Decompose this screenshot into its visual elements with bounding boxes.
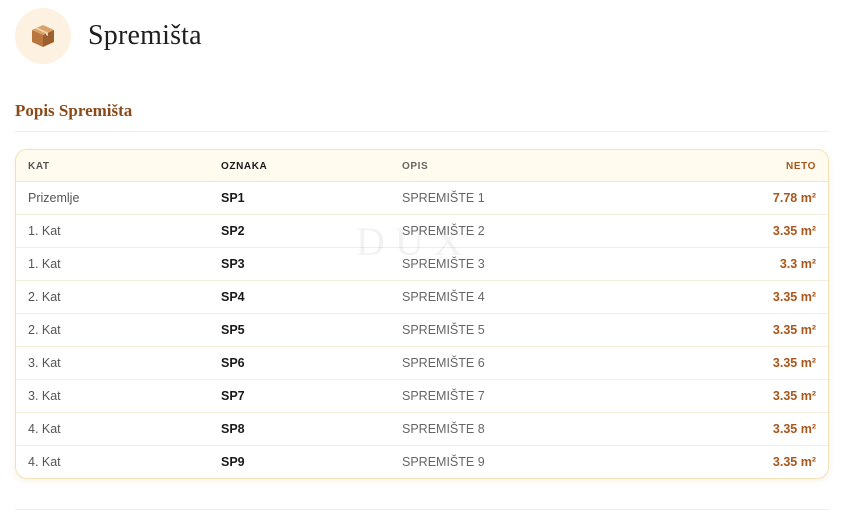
cell-opis: SPREMIŠTE 2 xyxy=(402,224,485,238)
cell-kat: 1. Kat xyxy=(28,224,61,238)
table-body: Prizemlje SP1 SPREMIŠTE 1 7.78 m² 1. Kat SP2 S… xyxy=(16,182,828,478)
cell-neto: 3.35 m² xyxy=(772,455,816,469)
cell-neto: 3.35 m² xyxy=(772,389,816,403)
section-divider xyxy=(15,131,829,132)
cell-opis: SPREMIŠTE 6 xyxy=(402,356,485,370)
storage-table: KAT OZNAKA OPIS NETO Prizemlje SP1 SPREMIŠ… xyxy=(15,149,829,479)
cell-oznaka: SP3 xyxy=(221,257,245,271)
cell-kat: Prizemlje xyxy=(28,191,80,205)
cell-kat: 3. Kat xyxy=(28,356,61,370)
cell-kat: 4. Kat xyxy=(28,422,61,436)
cell-opis: SPREMIŠTE 4 xyxy=(402,290,485,304)
cell-oznaka: SP4 xyxy=(221,290,245,304)
cell-kat: 1. Kat xyxy=(28,257,61,271)
cell-oznaka: SP6 xyxy=(221,356,245,370)
page-title: Spremišta xyxy=(88,20,202,51)
table-row: 3. Kat SP6 SPREMIŠTE 6 3.35 m² xyxy=(16,347,828,380)
cell-opis: SPREMIŠTE 7 xyxy=(402,389,485,403)
cell-oznaka: SP2 xyxy=(221,224,245,238)
cell-oznaka: SP7 xyxy=(221,389,245,403)
cell-kat: 4. Kat xyxy=(28,455,61,469)
cell-oznaka: SP1 xyxy=(221,191,245,205)
cell-opis: SPREMIŠTE 9 xyxy=(402,455,485,469)
table-row: 2. Kat SP4 SPREMIŠTE 4 3.35 m² xyxy=(16,281,828,314)
cell-oznaka: SP9 xyxy=(221,455,245,469)
cell-kat: 2. Kat xyxy=(28,290,61,304)
section-title: Popis Spremišta xyxy=(15,101,133,120)
table-row: 1. Kat SP3 SPREMIŠTE 3 3.3 m² xyxy=(16,248,828,281)
table-row: 1. Kat SP2 SPREMIŠTE 2 3.35 m² xyxy=(16,215,828,248)
cell-neto: 3.3 m² xyxy=(779,257,816,271)
cell-oznaka: SP5 xyxy=(221,323,245,337)
cell-neto: 3.35 m² xyxy=(772,323,816,337)
page-header: Spremišta xyxy=(15,8,202,64)
column-header-oznaka: OZNAKA xyxy=(221,161,268,172)
cell-neto: 7.78 m² xyxy=(772,191,816,205)
box-icon xyxy=(32,25,54,47)
bottom-divider xyxy=(15,509,829,510)
cell-opis: SPREMIŠTE 8 xyxy=(402,422,485,436)
column-header-opis: OPIS xyxy=(402,161,429,172)
cell-opis: SPREMIŠTE 5 xyxy=(402,323,485,337)
cell-kat: 3. Kat xyxy=(28,389,61,403)
table-row: 4. Kat SP9 SPREMIŠTE 9 3.35 m² xyxy=(16,446,828,478)
cell-oznaka: SP8 xyxy=(221,422,245,436)
cell-opis: SPREMIŠTE 1 xyxy=(402,191,485,205)
table-row: Prizemlje SP1 SPREMIŠTE 1 7.78 m² xyxy=(16,182,828,215)
cell-neto: 3.35 m² xyxy=(772,356,816,370)
icon-badge xyxy=(15,8,71,64)
column-header-kat: KAT xyxy=(28,161,50,172)
cell-opis: SPREMIŠTE 3 xyxy=(402,257,485,271)
table-row: 2. Kat SP5 SPREMIŠTE 5 3.35 m² xyxy=(16,314,828,347)
column-header-neto: NETO xyxy=(786,161,816,172)
cell-neto: 3.35 m² xyxy=(772,224,816,238)
table-row: 3. Kat SP7 SPREMIŠTE 7 3.35 m² xyxy=(16,380,828,413)
table-row: 4. Kat SP8 SPREMIŠTE 8 3.35 m² xyxy=(16,413,828,446)
table-header-row: KAT OZNAKA OPIS NETO xyxy=(16,150,828,182)
page: Spremišta Popis Spremišta KAT OZNAKA OPI… xyxy=(0,0,854,512)
cell-kat: 2. Kat xyxy=(28,323,61,337)
cell-neto: 3.35 m² xyxy=(772,290,816,304)
cell-neto: 3.35 m² xyxy=(772,422,816,436)
